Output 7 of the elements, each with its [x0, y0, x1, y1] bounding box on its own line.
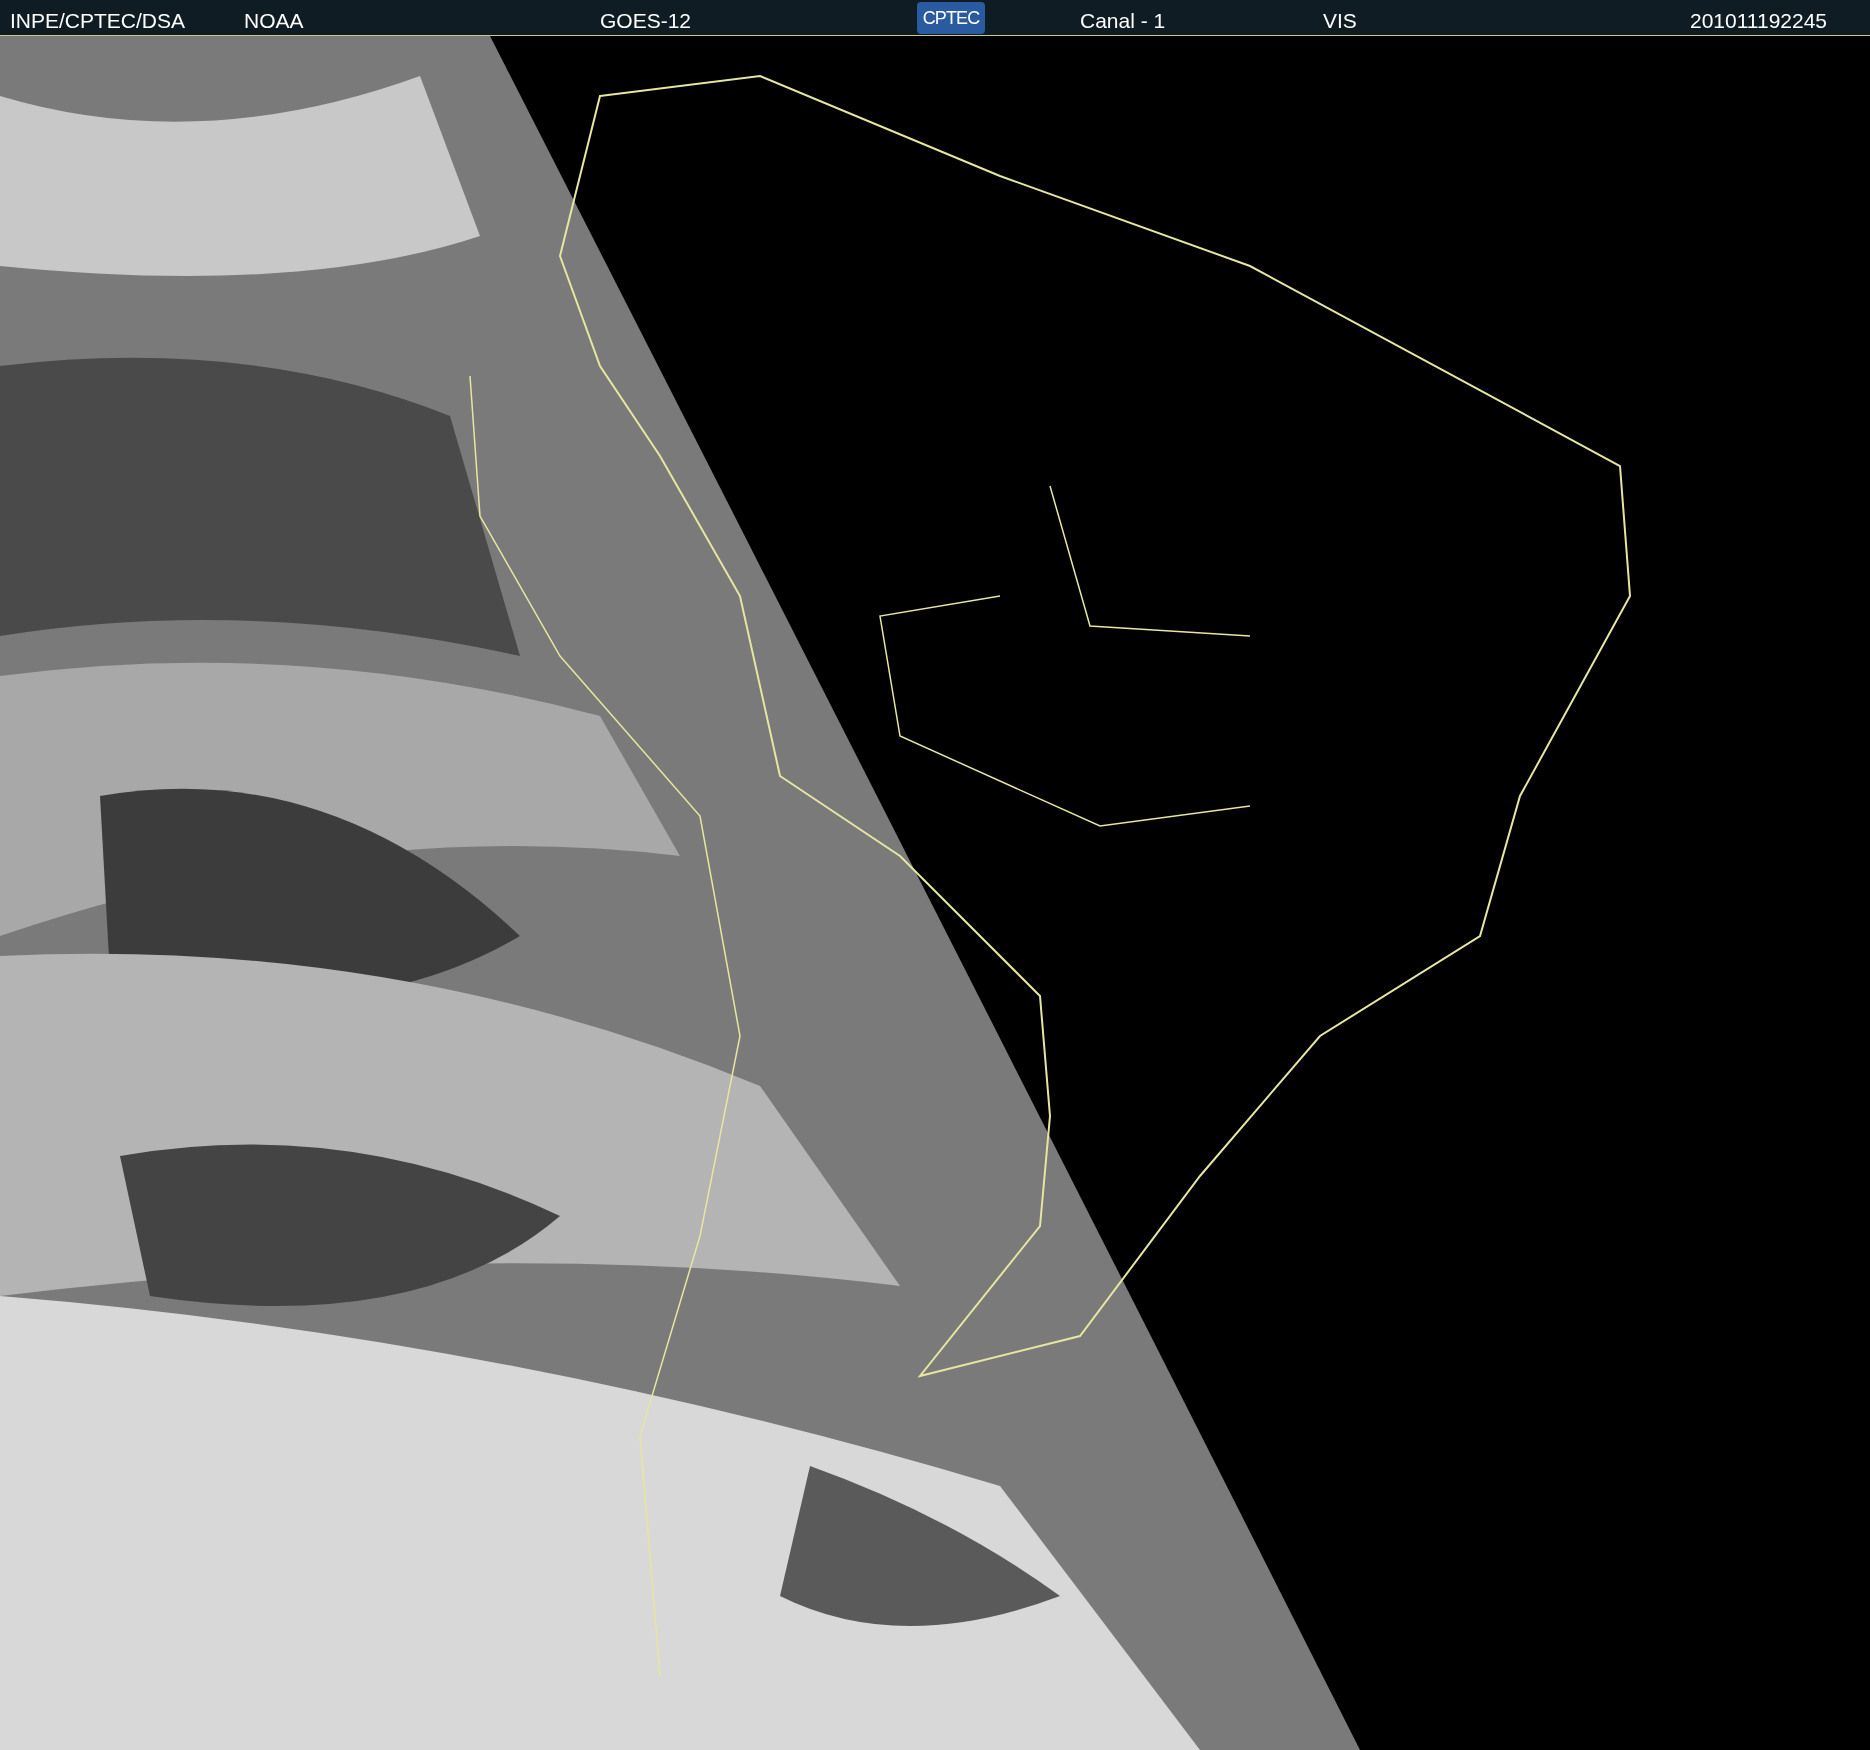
timestamp: 201011192245	[1690, 8, 1828, 34]
header-label: VIS	[1323, 8, 1357, 34]
header-label: INPE/CPTEC/DSA	[10, 8, 186, 34]
header-label: Canal - 1	[1080, 8, 1166, 34]
header-label: NOAA	[244, 8, 304, 34]
logo: CPTEC	[917, 2, 985, 34]
header-label: GOES-12	[600, 8, 692, 34]
